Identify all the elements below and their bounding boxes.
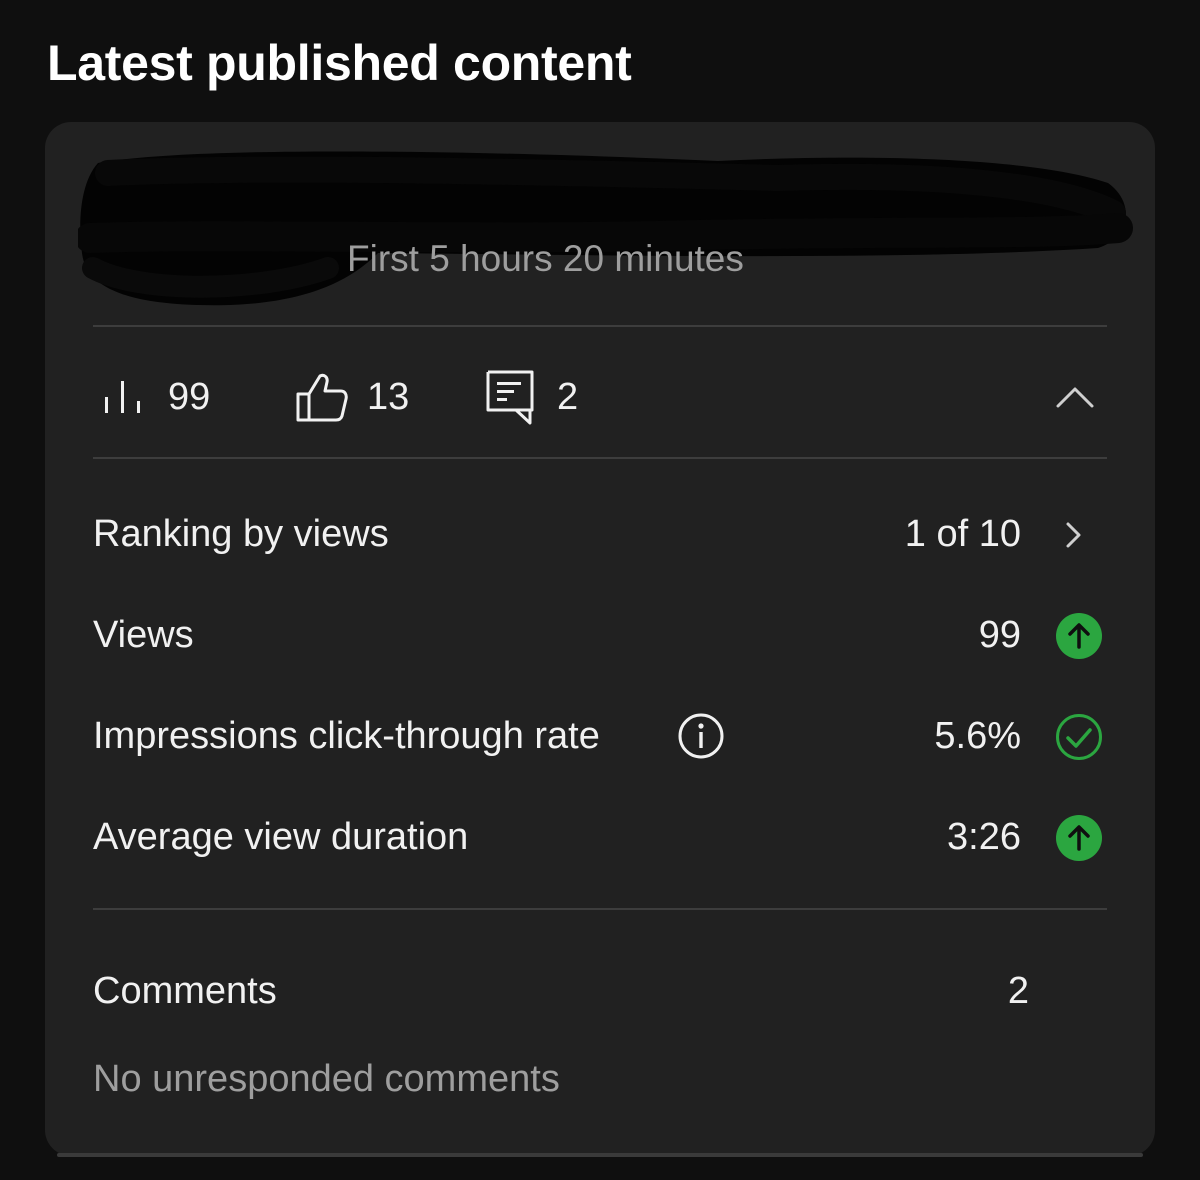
- views-row: Views 99: [93, 605, 1107, 665]
- metric-value: 5.6%: [934, 715, 1021, 757]
- section-title: Latest published content: [47, 35, 632, 91]
- ctr-row: Impressions click-through rate 5.6%: [93, 706, 1107, 766]
- views-stat[interactable]: 99: [100, 370, 210, 424]
- avg-duration-row: Average view duration 3:26: [93, 807, 1107, 867]
- comments-stat[interactable]: 2: [485, 370, 579, 425]
- metric-label: Impressions click-through rate: [93, 715, 600, 757]
- info-icon[interactable]: [677, 712, 725, 760]
- metric-value: 3:26: [947, 816, 1021, 858]
- divider-top: [93, 325, 1107, 327]
- card-bottom-edge: [57, 1153, 1143, 1157]
- arrow-up-circle-icon: [1056, 613, 1102, 659]
- metric-value: 1 of 10: [904, 513, 1021, 555]
- metric-label: Views: [93, 614, 194, 656]
- ranking-row[interactable]: Ranking by views 1 of 10: [93, 504, 1107, 564]
- arrow-up-circle-icon: [1056, 815, 1102, 861]
- redaction-scribble: [78, 151, 1133, 306]
- likes-count: 13: [367, 376, 410, 418]
- views-count: 99: [168, 376, 211, 418]
- time-period-label: First 5 hours 20 minutes: [347, 238, 744, 279]
- divider-stats: [93, 457, 1107, 459]
- metric-label: Average view duration: [93, 816, 469, 858]
- bar-chart-icon: [105, 381, 140, 413]
- comments-row[interactable]: Comments 2: [93, 961, 1107, 1021]
- divider-comments: [93, 908, 1107, 910]
- metric-label: Ranking by views: [93, 513, 389, 555]
- comments-count: 2: [557, 376, 579, 418]
- comment-icon: [486, 370, 534, 425]
- metric-value: 99: [978, 614, 1021, 656]
- comments-total: 2: [1007, 970, 1029, 1012]
- comments-label: Comments: [93, 970, 277, 1012]
- chevron-right-icon: [1066, 522, 1081, 548]
- check-circle-icon: [1056, 714, 1102, 760]
- likes-stat[interactable]: 13: [295, 370, 409, 424]
- comments-status: No unresponded comments: [93, 1058, 560, 1100]
- chevron-up-icon: [1056, 387, 1094, 408]
- collapse-button[interactable]: [1050, 372, 1100, 422]
- analytics-page: Latest published content First 5 hours 2…: [0, 0, 1200, 1180]
- thumbs-up-icon: [296, 373, 348, 422]
